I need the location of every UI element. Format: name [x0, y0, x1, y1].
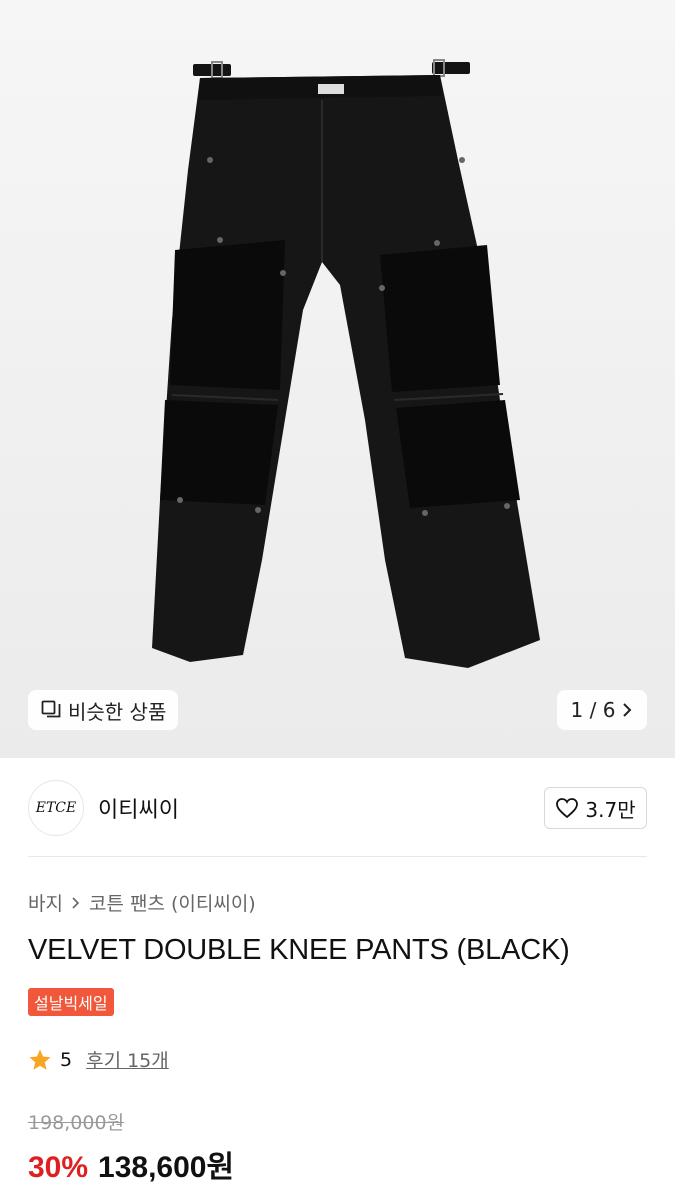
- original-price: 198,000원: [28, 1112, 125, 1134]
- brand-logo-text: ETCE: [35, 800, 77, 816]
- copy-icon: [41, 700, 61, 718]
- breadcrumb-category[interactable]: 바지: [28, 889, 63, 916]
- reviews-link[interactable]: 후기 15개: [86, 1046, 169, 1073]
- like-count: 3.7만: [585, 797, 636, 822]
- product-image-gallery[interactable]: 비슷한 상품 1 / 6: [0, 0, 675, 758]
- rating-value: 5: [60, 1048, 73, 1071]
- product-title: VELVET DOUBLE KNEE PANTS (BLACK): [28, 934, 570, 966]
- similar-products-button[interactable]: 비슷한 상품: [28, 690, 179, 730]
- price-row: 30% 138,600원: [28, 1142, 234, 1186]
- sale-badge: 설날빅세일: [28, 988, 114, 1016]
- rating-row: 5 후기 15개: [28, 1046, 169, 1073]
- brand-row: ETCE 이티씨이 3.7만: [28, 780, 647, 836]
- chevron-right-icon: [72, 896, 80, 909]
- breadcrumb: 바지 코튼 팬츠 (이티씨이): [28, 889, 256, 916]
- product-image[interactable]: [0, 0, 675, 758]
- image-pager[interactable]: 1 / 6: [557, 690, 647, 730]
- similar-products-label: 비슷한 상품: [68, 699, 167, 724]
- brand-logo[interactable]: ETCE: [28, 780, 84, 836]
- brand-name[interactable]: 이티씨이: [98, 792, 179, 824]
- chevron-right-icon: [623, 703, 632, 717]
- divider: [28, 856, 647, 857]
- pager-text: 1 / 6: [570, 698, 616, 722]
- star-icon: [29, 1049, 51, 1070]
- discount-rate: 30%: [28, 1151, 89, 1184]
- heart-icon: [556, 798, 579, 819]
- breadcrumb-subcategory[interactable]: 코튼 팬츠 (이티씨이): [89, 889, 256, 916]
- like-button[interactable]: 3.7만: [544, 787, 647, 829]
- sale-price: 138,600원: [98, 1151, 235, 1184]
